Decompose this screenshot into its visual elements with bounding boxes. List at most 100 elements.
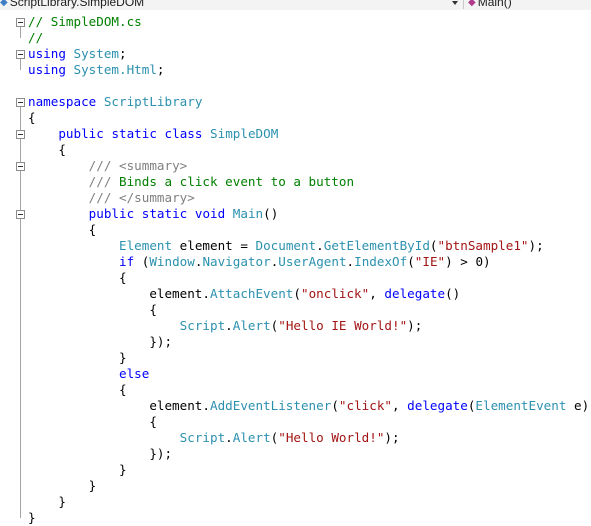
code-token: . [225, 318, 233, 333]
code-token: . [346, 254, 355, 269]
code-token: Script [179, 318, 226, 333]
code-token: class [164, 126, 203, 141]
code-token: using [28, 62, 66, 77]
code-token: static [111, 126, 157, 141]
collapse-icon[interactable] [16, 210, 25, 219]
code-line: // [28, 30, 43, 46]
code-token: delegate [407, 398, 468, 413]
code-line: }); [28, 446, 172, 462]
code-token: { [28, 414, 157, 429]
code-line: if (Window.Navigator.UserAgent.IndexOf("… [28, 254, 491, 270]
code-line: else [28, 366, 149, 382]
code-token: }); [28, 334, 173, 349]
code-line: } [28, 494, 66, 510]
code-line: using System.Html; [28, 62, 165, 78]
code-line: { [28, 270, 127, 286]
code-token: public [88, 206, 135, 221]
code-token: () [445, 286, 461, 301]
code-token: } [28, 462, 127, 477]
code-token: Binds a click event to a button [111, 174, 355, 189]
collapse-icon[interactable] [16, 18, 25, 27]
code-token: Navigator [202, 254, 271, 269]
code-token: element. [28, 398, 210, 413]
code-token: { [28, 302, 157, 317]
code-token: AttachEvent [209, 286, 294, 301]
code-token: "Hello IE World!" [278, 318, 408, 333]
code-token: // [28, 30, 44, 45]
code-token: e) [566, 398, 590, 413]
collapse-icon[interactable] [16, 162, 25, 171]
code-token: ElementEvent [475, 398, 567, 413]
code-token: Document [255, 238, 317, 253]
code-token: ); [528, 238, 544, 253]
code-token: "onclick" [300, 286, 370, 301]
code-token: namespace [28, 94, 97, 109]
code-line: { [28, 142, 66, 158]
code-token: Main [232, 206, 264, 221]
code-token: { [28, 270, 127, 285]
code-line: namespace ScriptLibrary [28, 94, 202, 110]
code-line: /// </summary> [28, 190, 195, 206]
code-token: Window [149, 254, 195, 269]
code-token: ; [156, 62, 165, 77]
code-line: public static void Main() [28, 206, 279, 222]
code-token: System.Html [73, 62, 157, 77]
code-token: IndexOf [354, 254, 408, 269]
code-token: ) > 0) [445, 254, 491, 269]
code-line: { [28, 222, 97, 238]
code-token: ( [293, 286, 301, 301]
code-line: element.AddEventListener("click", delega… [28, 398, 589, 414]
code-line: } [28, 510, 36, 526]
code-token: AddEventListener [209, 398, 332, 413]
collapse-icon[interactable] [16, 50, 25, 59]
code-token: . [225, 430, 233, 445]
collapse-icon[interactable] [16, 98, 25, 107]
method-icon: ◆ [468, 0, 476, 8]
code-token: . [316, 238, 324, 253]
code-token: Element [119, 238, 173, 253]
type-selector-value: ScriptLibrary.SimpleDOM [9, 0, 145, 9]
code-token: { [28, 222, 97, 237]
type-selector-dropdown[interactable]: ◆ ScriptLibrary.SimpleDOM [0, 0, 458, 9]
code-token: static [141, 206, 188, 221]
code-token: System [73, 46, 120, 61]
code-line: element.AttachEvent("onclick", delegate(… [28, 286, 460, 302]
code-token: ( [331, 398, 339, 413]
code-token: { [28, 110, 36, 125]
code-line: public static class SimpleDOM [28, 126, 278, 142]
code-editor[interactable]: // SimpleDOM.cs//using System; using Syst… [0, 10, 591, 526]
outline-guide [20, 214, 21, 486]
chevron-down-icon[interactable] [452, 1, 458, 5]
collapse-icon[interactable] [16, 130, 25, 139]
member-selector-dropdown[interactable]: ◆ Main() [463, 0, 591, 9]
code-token: else [119, 366, 150, 381]
code-token: }); [28, 446, 173, 461]
code-token: , [369, 286, 385, 301]
code-line: } [28, 478, 97, 494]
code-token: // SimpleDOM.cs [28, 14, 142, 29]
code-token: ( [134, 254, 150, 269]
code-token: /// <summary> [88, 158, 188, 173]
code-token: ScriptLibrary [103, 94, 203, 109]
code-token: ); [407, 318, 423, 333]
code-token: public [58, 126, 104, 141]
code-token: /// [88, 174, 112, 189]
code-token: { [28, 382, 127, 397]
code-line: { [28, 382, 127, 398]
code-token: ); [384, 430, 400, 445]
code-token: using [28, 46, 66, 61]
code-token: /// </summary> [88, 190, 195, 205]
class-icon: ◆ [0, 0, 8, 8]
